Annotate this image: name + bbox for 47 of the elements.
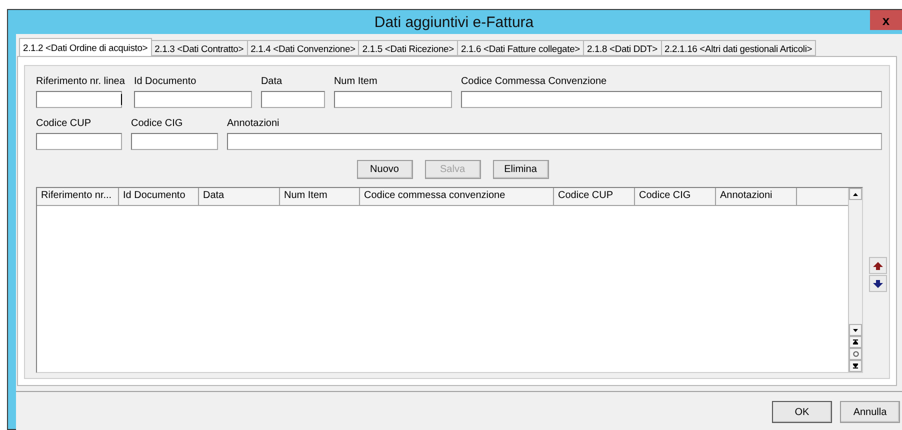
column-header[interactable]: Codice CIG xyxy=(635,188,716,205)
field-label: Codice CUP xyxy=(36,118,92,130)
scroll-up-icon xyxy=(853,192,858,196)
tab[interactable]: 2.1.5 <Dati Ricezione> xyxy=(358,40,458,56)
column-header[interactable]: Data xyxy=(199,188,280,205)
move-down-button[interactable] xyxy=(869,275,887,292)
input-field[interactable] xyxy=(460,91,882,108)
input-field[interactable] xyxy=(134,91,252,108)
field-label: Id Documento xyxy=(134,76,198,88)
field-label: Riferimento nr. linea xyxy=(36,76,125,88)
column-header[interactable]: Codice CUP xyxy=(554,188,635,205)
scrollbar[interactable] xyxy=(848,188,862,372)
arrow-up-icon xyxy=(873,262,883,270)
action-button[interactable]: Elimina xyxy=(492,160,548,179)
column-header[interactable]: Codice commessa convenzione xyxy=(360,188,554,205)
field-label: Codice Commessa Convenzione xyxy=(460,76,608,88)
action-button[interactable]: Nuovo xyxy=(356,160,412,179)
column-header[interactable]: Num Item xyxy=(280,188,360,205)
field-label: Num Item xyxy=(334,76,378,88)
tab[interactable]: 2.1.4 <Dati Convenzione> xyxy=(246,40,360,56)
tab[interactable]: 2.1.6 <Dati Fatture collegate> xyxy=(456,40,584,56)
scroll-bottom-icon xyxy=(853,363,858,369)
column-header[interactable]: Riferimento nr... xyxy=(37,188,119,205)
circle-icon xyxy=(852,351,858,357)
scroll-down-icon xyxy=(853,328,858,332)
window-title: Dati aggiuntivi e-Fattura xyxy=(373,14,535,30)
field-label: Data xyxy=(260,76,284,88)
field-label: Annotazioni xyxy=(227,118,280,130)
input-field[interactable] xyxy=(260,91,325,108)
input-field[interactable] xyxy=(131,133,218,150)
tab[interactable]: 2.2.1.16 <Altri dati gestionali Articoli> xyxy=(660,40,816,56)
tab[interactable]: 2.1.2 <Dati Ordine di acquisto> xyxy=(19,38,152,56)
column-header[interactable]: Annotazioni xyxy=(716,188,797,205)
tab[interactable]: 2.1.8 <Dati DDT> xyxy=(582,40,662,56)
move-up-button[interactable] xyxy=(869,257,887,274)
arrow-down-icon xyxy=(873,280,883,288)
input-field[interactable] xyxy=(227,133,882,150)
field-label: Codice CIG xyxy=(131,118,184,130)
input-field[interactable] xyxy=(334,91,452,108)
input-field[interactable] xyxy=(36,91,122,108)
column-header[interactable]: Id Documento xyxy=(119,188,199,205)
scroll-top-icon xyxy=(853,339,858,345)
tab[interactable]: 2.1.3 <Dati Contratto> xyxy=(150,40,248,56)
dialog-button[interactable]: Annulla xyxy=(840,401,900,423)
input-field[interactable] xyxy=(36,133,122,150)
close-button[interactable]: x xyxy=(870,10,902,30)
dialog-button[interactable]: OK xyxy=(772,401,832,423)
